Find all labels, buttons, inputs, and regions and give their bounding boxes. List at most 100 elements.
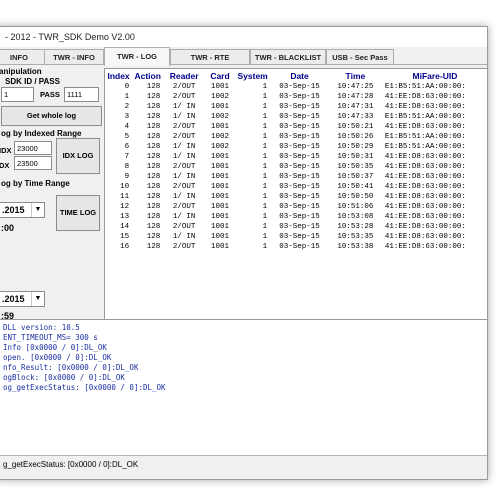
output-console[interactable]: DLL version: 10.5 ENT_TIMEOUT_MS= 300 s In…: [0, 319, 487, 456]
table-cell: 2/OUT: [172, 83, 196, 91]
col-header-time[interactable]: Time: [329, 69, 382, 82]
tab-info[interactable]: INFO: [0, 49, 45, 65]
table-cell: 7: [124, 153, 130, 161]
table-cell: 10:47:33: [337, 113, 374, 121]
table-cell: 41:EE:D8:63:00:00:: [384, 233, 466, 241]
table-cell: 03-Sep-15: [279, 213, 320, 221]
table-row[interactable]: 12 128 2/OUT 1001 1 03-Sep-15 10:51:06 41:EE:D8…: [105, 202, 487, 212]
table-cell: 1001: [211, 223, 230, 231]
table-row[interactable]: 2 128 1/ IN 1001 1 03-Sep-15 10:47:31 41:EE:D8:…: [105, 102, 487, 112]
table-cell: 128: [146, 183, 161, 191]
idx-from-field[interactable]: 23000: [14, 141, 52, 155]
col-header-date[interactable]: Date: [270, 69, 329, 82]
table-cell: 2/OUT: [172, 223, 196, 231]
date-to-select[interactable]: .2015 ▼: [0, 291, 45, 307]
table-row[interactable]: 9 128 1/ IN 1001 1 03-Sep-15 10:50:37 41:EE:D8:…: [105, 172, 487, 182]
date-from-select[interactable]: .2015 ▼: [0, 202, 45, 218]
table-cell: 5: [124, 133, 130, 141]
table-cell: 1001: [211, 83, 230, 91]
table-cell: E1:B5:51:AA:00:00:: [384, 133, 466, 141]
table-cell: 128: [146, 123, 161, 131]
tab-twr-rte[interactable]: TWR - RTE: [170, 49, 250, 65]
sdk-id-field[interactable]: 1: [1, 87, 34, 102]
col-header-card[interactable]: Card: [205, 69, 235, 82]
table-cell: 1: [262, 163, 268, 171]
table-row[interactable]: 3 128 1/ IN 1002 1 03-Sep-15 10:47:33 E1:B5:51:…: [105, 112, 487, 122]
table-cell: 9: [124, 173, 130, 181]
table-row[interactable]: 0 128 2/OUT 1001 1 03-Sep-15 10:47:25 E1:B5:51:…: [105, 82, 487, 92]
table-cell: 1001: [211, 203, 230, 211]
table-cell: 10:53:38: [337, 243, 374, 251]
table-cell: 03-Sep-15: [279, 233, 320, 241]
table-row[interactable]: 7 128 1/ IN 1001 1 03-Sep-15 10:50:31 41:EE:D8:…: [105, 152, 487, 162]
table-cell: 128: [146, 193, 161, 201]
idx-to-field[interactable]: 23500: [14, 156, 52, 170]
table-cell: 03-Sep-15: [279, 123, 320, 131]
table-cell: 0: [124, 83, 130, 91]
col-header-reader[interactable]: Reader: [163, 69, 205, 82]
table-row[interactable]: 14 128 2/OUT 1001 1 03-Sep-15 10:53:28 41:EE:D8…: [105, 222, 487, 232]
table-cell: 10:50:21: [337, 123, 374, 131]
table-row[interactable]: 5 128 2/OUT 1002 1 03-Sep-15 10:50:26 E1:B5:51:…: [105, 132, 487, 142]
log-table-body: 0 128 2/OUT 1001 1 03-Sep-15 10:47:25 E1:B5:51:…: [105, 82, 487, 252]
table-cell: 2/OUT: [172, 93, 196, 101]
col-header-mifare-uid[interactable]: MiFare-UID: [382, 69, 487, 82]
table-row[interactable]: 4 128 2/OUT 1001 1 03-Sep-15 10:50:21 41:EE:D8:…: [105, 122, 487, 132]
col-header-action[interactable]: Action: [132, 69, 163, 82]
console-line: og_getExecStatus: [0x0000 / 0]:DL_OK: [3, 383, 166, 392]
table-cell: 10:50:50: [337, 193, 374, 201]
table-cell: 10:47:28: [337, 93, 374, 101]
table-cell: 128: [146, 233, 161, 241]
get-whole-log-button[interactable]: Get whole log: [1, 106, 102, 126]
table-cell: 41:EE:D8:63:00:00:: [384, 213, 466, 221]
table-row[interactable]: 15 128 1/ IN 1001 1 03-Sep-15 10:53:35 41:EE:D8…: [105, 232, 487, 242]
table-cell: 128: [146, 213, 161, 221]
chevron-down-icon: ▼: [31, 292, 44, 306]
table-cell: 2/OUT: [172, 163, 196, 171]
table-cell: 1001: [211, 103, 230, 111]
tab-twr-log[interactable]: TWR - LOG: [104, 47, 170, 66]
col-header-index[interactable]: Index: [105, 69, 132, 82]
table-row[interactable]: 10 128 2/OUT 1001 1 03-Sep-15 10:50:41 41:EE:D8…: [105, 182, 487, 192]
table-cell: 10:50:26: [337, 133, 374, 141]
table-cell: 1: [262, 233, 268, 241]
pass-label: PASS: [40, 90, 60, 99]
table-cell: 1/ IN: [172, 103, 196, 111]
idx-to-label: DX: [0, 161, 10, 170]
table-cell: 4: [124, 123, 130, 131]
table-row[interactable]: 8 128 2/OUT 1001 1 03-Sep-15 10:50:35 41:EE:D8:…: [105, 162, 487, 172]
status-text: g_getExecStatus: [0x0000 / 0]:DL_OK: [3, 460, 139, 469]
log-table-container[interactable]: Index Action Reader Card System Date Tim…: [104, 68, 487, 320]
time-log-button[interactable]: TIME LOG: [56, 195, 100, 231]
table-row[interactable]: 1 128 2/OUT 1002 1 03-Sep-15 10:47:28 41:EE:D8:…: [105, 92, 487, 102]
table-cell: 3: [124, 113, 130, 121]
table-cell: 03-Sep-15: [279, 143, 320, 151]
indexed-range-group-label: og by Indexed Range: [1, 129, 82, 138]
table-cell: 128: [146, 163, 161, 171]
table-row[interactable]: 16 128 2/OUT 1001 1 03-Sep-15 10:53:38 41:EE:D8…: [105, 242, 487, 252]
tab-twr-info[interactable]: TWR - INFO: [44, 49, 104, 65]
tab-usb-sec-pass[interactable]: USB - Sec Pass: [326, 49, 394, 65]
table-cell: 10:47:25: [337, 83, 374, 91]
table-cell: E1:B5:51:AA:00:00:: [384, 83, 466, 91]
table-cell: E1:B5:51:AA:00:00:: [384, 143, 466, 151]
table-cell: 1001: [211, 243, 230, 251]
table-row[interactable]: 13 128 1/ IN 1001 1 03-Sep-15 10:53:08 41:EE:D8…: [105, 212, 487, 222]
time-from-value[interactable]: :00: [1, 223, 14, 233]
table-cell: 1/ IN: [172, 153, 196, 161]
sdk-id-pass-label: SDK ID / PASS: [5, 77, 60, 86]
idx-log-button[interactable]: IDX LOG: [56, 138, 100, 174]
console-line: DLL version: 10.5: [3, 323, 80, 332]
col-header-system[interactable]: System: [235, 69, 270, 82]
table-row[interactable]: 11 128 1/ IN 1001 1 03-Sep-15 10:50:50 41:EE:D8…: [105, 192, 487, 202]
table-cell: 10: [120, 183, 130, 191]
tab-twr-blacklist[interactable]: TWR - BLACKLIST: [250, 49, 326, 65]
table-cell: 1001: [211, 153, 230, 161]
table-cell: 41:EE:D8:63:00:00:: [384, 123, 466, 131]
table-cell: 2: [124, 103, 130, 111]
table-cell: 03-Sep-15: [279, 183, 320, 191]
pass-field[interactable]: 1111: [64, 87, 99, 102]
table-cell: 1: [262, 173, 268, 181]
table-row[interactable]: 6 128 1/ IN 1002 1 03-Sep-15 10:50:29 E1:B5:51:…: [105, 142, 487, 152]
table-cell: 1: [262, 143, 268, 151]
